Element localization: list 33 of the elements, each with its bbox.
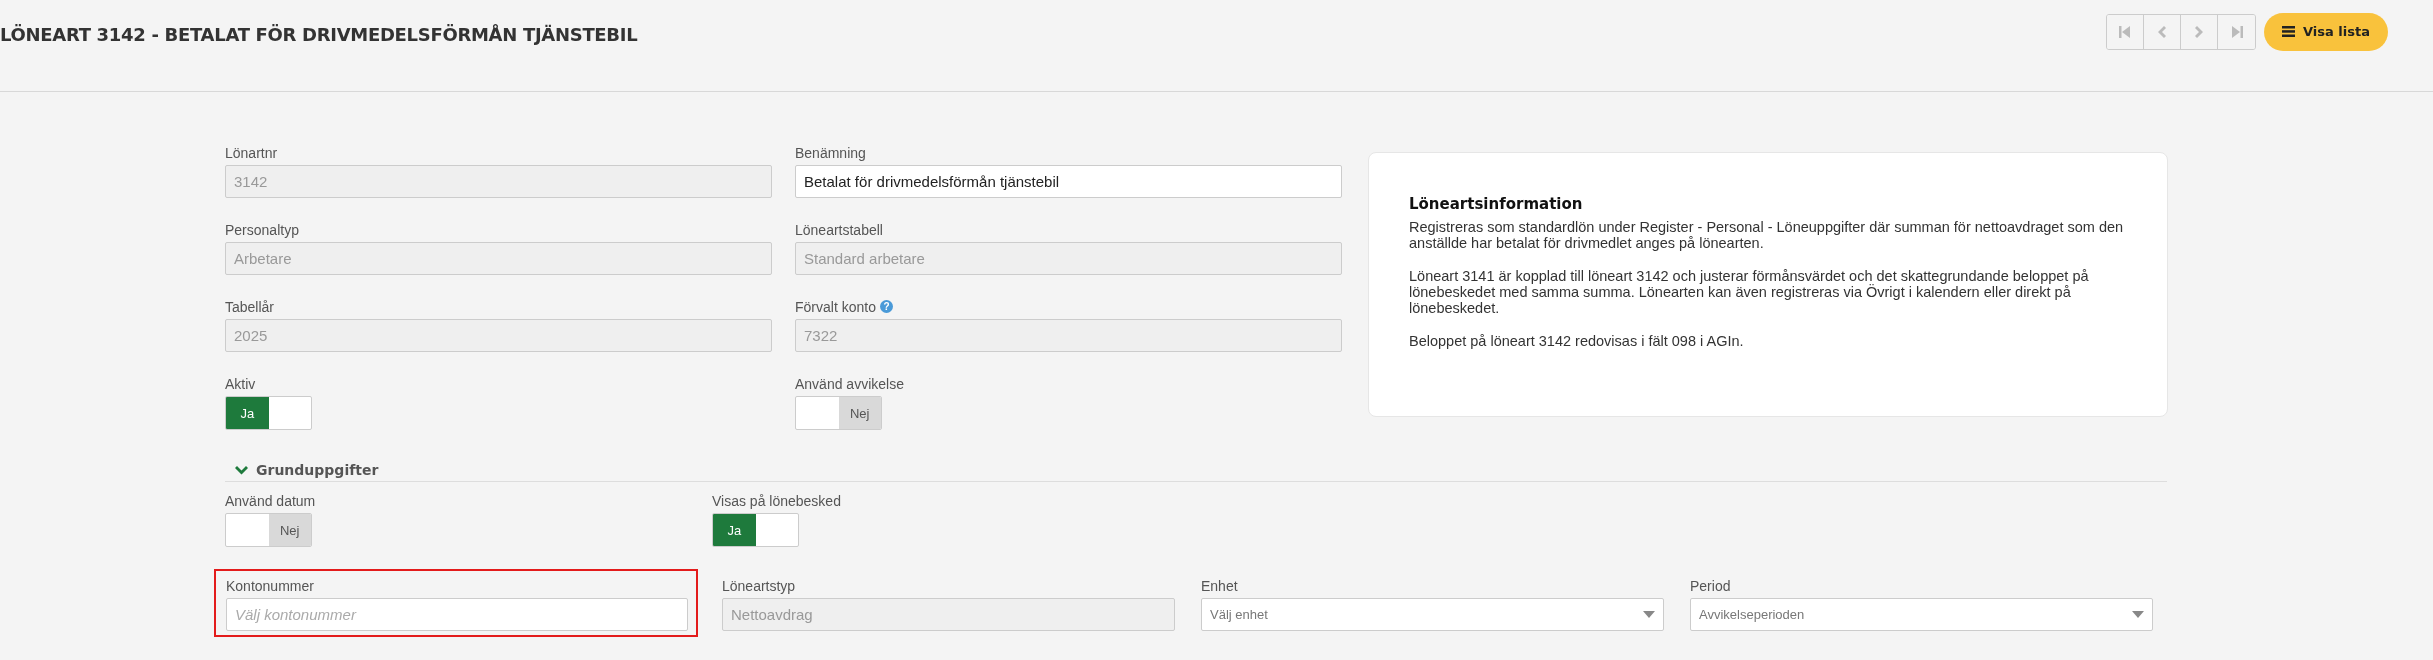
toggle-switch[interactable]: Ja [225,396,312,430]
info-paragraph: Löneart 3141 är kopplad till löneart 3142 och justerar förmånsvärdet och det skattegrundande beloppet på lönebeskedet med samma summa. Lönearten kan även registreras via Övrigt i kalendern eller direkt på lönebeskedet. [1409,268,2090,316]
field-label: Löneartstabell [795,221,883,238]
text-field[interactable]: Betalat för drivmedelsförmån tjänstebil [795,165,1342,198]
field-label: Förvalt konto [795,298,876,315]
show-list-button[interactable]: Visa lista [2264,12,2388,51]
text-field[interactable]: Välj kontonummer [226,598,688,631]
field-label: Tabellår [225,298,275,315]
chevron-down-icon[interactable] [235,465,248,475]
field-label: Löneartstyp [722,577,796,594]
field-label: Benämning [795,144,866,161]
info-paragraph: Beloppet på löneart 3142 redovisas i fält 098 i AGIn. [1409,333,1745,349]
section-title: Grunduppgifter [256,462,379,478]
field-label: Period [1690,577,1731,594]
menu-icon [2282,26,2296,37]
dropdown[interactable]: Välj enhet [1201,598,1664,631]
field-label: Visas på lönebesked [712,492,841,509]
dropdown-arrow-icon [1643,611,1655,618]
field-label: Kontonummer [226,577,314,594]
field-label: Enhet [1201,577,1238,594]
info-title: Löneartsinformation [1409,195,1584,213]
field-label: Personaltyp [225,221,299,238]
field-label: Lönartnr [225,144,278,161]
toggle-switch[interactable]: Nej [225,513,312,547]
dropdown-arrow-icon [2132,611,2144,618]
page-title: LÖNEART 3142 - BETALAT FÖR DRIVMEDELSFÖRMÅN TJÄNSTEBIL [0,24,638,45]
field-label: Använd avvikelse [795,375,904,392]
field-label: Aktiv [225,375,256,392]
toggle-switch[interactable]: Ja [712,513,799,547]
dropdown[interactable]: Avvikelseperioden [1690,598,2153,631]
toggle-switch[interactable]: Nej [795,396,882,430]
info-paragraph: Registreras som standardlön under Register - Personal - Löneuppgifter där summan för nettoavdraget som den anställde har betalat för drivmedlet anges på lönearten. [1409,219,2125,251]
field-label: Använd datum [225,492,316,509]
